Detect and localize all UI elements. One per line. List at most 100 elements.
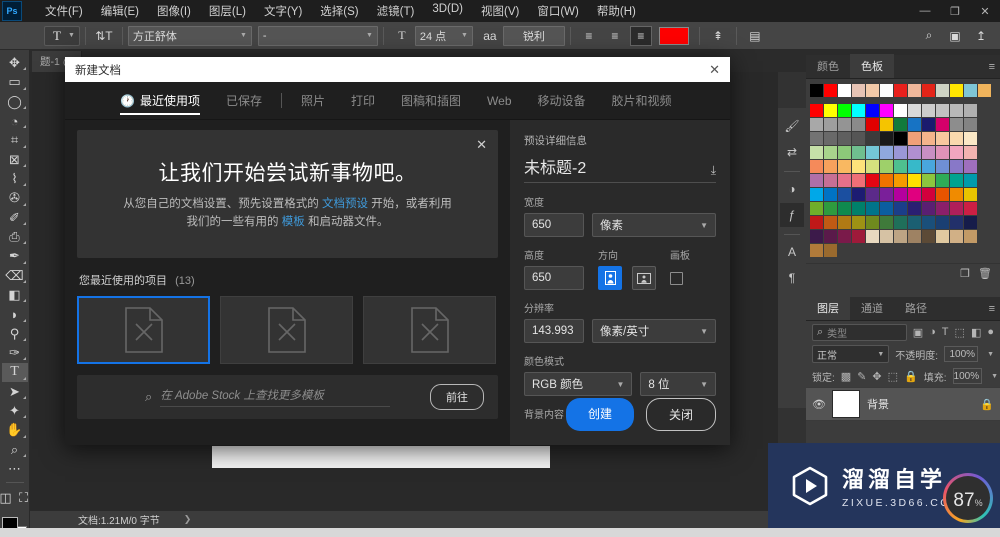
- swatch-3[interactable]: [852, 84, 865, 97]
- font-family-select[interactable]: 方正舒体 ▼: [127, 25, 252, 46]
- swatch-8-9[interactable]: [936, 216, 949, 229]
- swatch-7-3[interactable]: [852, 202, 865, 215]
- swatch-4-10[interactable]: [950, 160, 963, 173]
- promo-close-icon[interactable]: ✕: [476, 137, 487, 153]
- swatch-9-5[interactable]: [880, 230, 893, 243]
- swatch-3-8[interactable]: [922, 146, 935, 159]
- menu-image[interactable]: 图像(I): [148, 1, 200, 21]
- swatch-3-5[interactable]: [880, 146, 893, 159]
- table-row[interactable]: 👁 背景 🔒: [806, 387, 1000, 421]
- swatch-7-6[interactable]: [894, 202, 907, 215]
- swatch-5-7[interactable]: [908, 174, 921, 187]
- swatch-3-2[interactable]: [838, 146, 851, 159]
- swatch-9-3[interactable]: [852, 230, 865, 243]
- swatch-4[interactable]: [866, 84, 879, 97]
- font-size-select[interactable]: 24 点 ▼: [414, 25, 473, 46]
- swatch-7-1[interactable]: [824, 202, 837, 215]
- swatch-4-5[interactable]: [880, 160, 893, 173]
- align-left-icon[interactable]: ≡: [578, 26, 600, 46]
- filter-toggle-icon[interactable]: ●: [987, 326, 994, 338]
- text-color-swatch[interactable]: [658, 26, 689, 45]
- swatch-5-9[interactable]: [936, 174, 949, 187]
- swatch-8-5[interactable]: [880, 216, 893, 229]
- tab-saved[interactable]: 已保存: [213, 82, 275, 120]
- preset-name-input[interactable]: 未标题-2: [524, 154, 586, 178]
- swatch-0-9[interactable]: [936, 104, 949, 117]
- swatch-2-6[interactable]: [894, 132, 907, 145]
- layer-visibility-icon[interactable]: 👁: [812, 398, 826, 411]
- panel-menu-icon[interactable]: ≡: [989, 303, 995, 315]
- character-panel-icon[interactable]: ▤: [744, 26, 766, 46]
- swatch-6-10[interactable]: [950, 188, 963, 201]
- swatch-3-10[interactable]: [950, 146, 963, 159]
- swatch-5-4[interactable]: [866, 174, 879, 187]
- swatch-8[interactable]: [922, 84, 935, 97]
- swatch-4-4[interactable]: [866, 160, 879, 173]
- more-tools-icon[interactable]: ⋯: [2, 460, 28, 478]
- orientation-landscape-button[interactable]: [632, 266, 656, 290]
- stock-search-input[interactable]: 在 Adobe Stock 上查找更多模板: [160, 387, 391, 407]
- swatch-8-7[interactable]: [908, 216, 921, 229]
- adjustments-icon[interactable]: ◑: [780, 177, 804, 201]
- swatch-9-11[interactable]: [964, 230, 977, 243]
- swatch-3-1[interactable]: [824, 146, 837, 159]
- swatch-1-9[interactable]: [936, 118, 949, 131]
- bitdepth-select[interactable]: 8 位 ▼: [640, 372, 716, 396]
- swatch-5-0[interactable]: [810, 174, 823, 187]
- swatch-5-2[interactable]: [838, 174, 851, 187]
- paragraph-icon[interactable]: ¶: [780, 266, 804, 290]
- swatch-6-1[interactable]: [824, 188, 837, 201]
- swatch-6-11[interactable]: [964, 188, 977, 201]
- maximize-icon[interactable]: ❐: [940, 0, 970, 22]
- swatch-6-8[interactable]: [922, 188, 935, 201]
- swatch-2-8[interactable]: [922, 132, 935, 145]
- share-icon[interactable]: ↥: [970, 26, 992, 46]
- swatch-4-7[interactable]: [908, 160, 921, 173]
- swatch-5-6[interactable]: [894, 174, 907, 187]
- healing-brush-tool[interactable]: ✇: [2, 189, 28, 207]
- swatch-4-1[interactable]: [824, 160, 837, 173]
- filter-smart-icon[interactable]: ◧: [971, 326, 981, 339]
- swatch-3-0[interactable]: [810, 146, 823, 159]
- layer-filter-select[interactable]: ⌕ 类型: [812, 323, 907, 341]
- dialog-close-icon[interactable]: ✕: [709, 62, 720, 78]
- swatch-1-1[interactable]: [824, 118, 837, 131]
- recent-item-3[interactable]: [363, 296, 496, 364]
- opacity-input[interactable]: 100%: [944, 346, 979, 362]
- swatch-10[interactable]: [950, 84, 963, 97]
- swatch-1-8[interactable]: [922, 118, 935, 131]
- menu-file[interactable]: 文件(F): [36, 1, 92, 21]
- filter-adjustment-icon[interactable]: ◑: [929, 326, 936, 338]
- swatch-1[interactable]: [824, 84, 837, 97]
- swatch-3-6[interactable]: [894, 146, 907, 159]
- lock-transparent-icon[interactable]: ▩: [841, 370, 851, 383]
- menu-3d[interactable]: 3D(D): [423, 1, 472, 21]
- swatch-1-3[interactable]: [852, 118, 865, 131]
- swatch-2-1[interactable]: [824, 132, 837, 145]
- swatch-3-4[interactable]: [866, 146, 879, 159]
- crop-tool[interactable]: ⌗: [2, 131, 28, 149]
- marquee-tool[interactable]: ▭: [2, 73, 28, 91]
- swatch-1-10[interactable]: [950, 118, 963, 131]
- tab-swatches[interactable]: 色板: [850, 54, 894, 78]
- swatch-1-5[interactable]: [880, 118, 893, 131]
- tab-color[interactable]: 颜色: [806, 54, 850, 78]
- quick-selection-tool[interactable]: ◔: [2, 112, 28, 130]
- swatch-0-5[interactable]: [880, 104, 893, 117]
- swatch-0-10[interactable]: [950, 104, 963, 117]
- recent-item-2[interactable]: [220, 296, 353, 364]
- swatch-0-4[interactable]: [866, 104, 879, 117]
- swatch-4-11[interactable]: [964, 160, 977, 173]
- active-tool-indicator[interactable]: T ▼: [44, 25, 80, 46]
- swatch-7-4[interactable]: [866, 202, 879, 215]
- swatch-2-7[interactable]: [908, 132, 921, 145]
- new-swatch-icon[interactable]: ❐: [960, 267, 970, 280]
- link-templates[interactable]: 模板: [282, 216, 305, 228]
- menu-layer[interactable]: 图层(L): [200, 1, 255, 21]
- character-icon[interactable]: A: [780, 240, 804, 264]
- link-document-preset[interactable]: 文档预设: [322, 198, 368, 210]
- swatch-9-6[interactable]: [894, 230, 907, 243]
- fill-input[interactable]: 100%: [952, 368, 983, 384]
- swatch-8-10[interactable]: [950, 216, 963, 229]
- panel-menu-icon[interactable]: ≡: [989, 61, 995, 73]
